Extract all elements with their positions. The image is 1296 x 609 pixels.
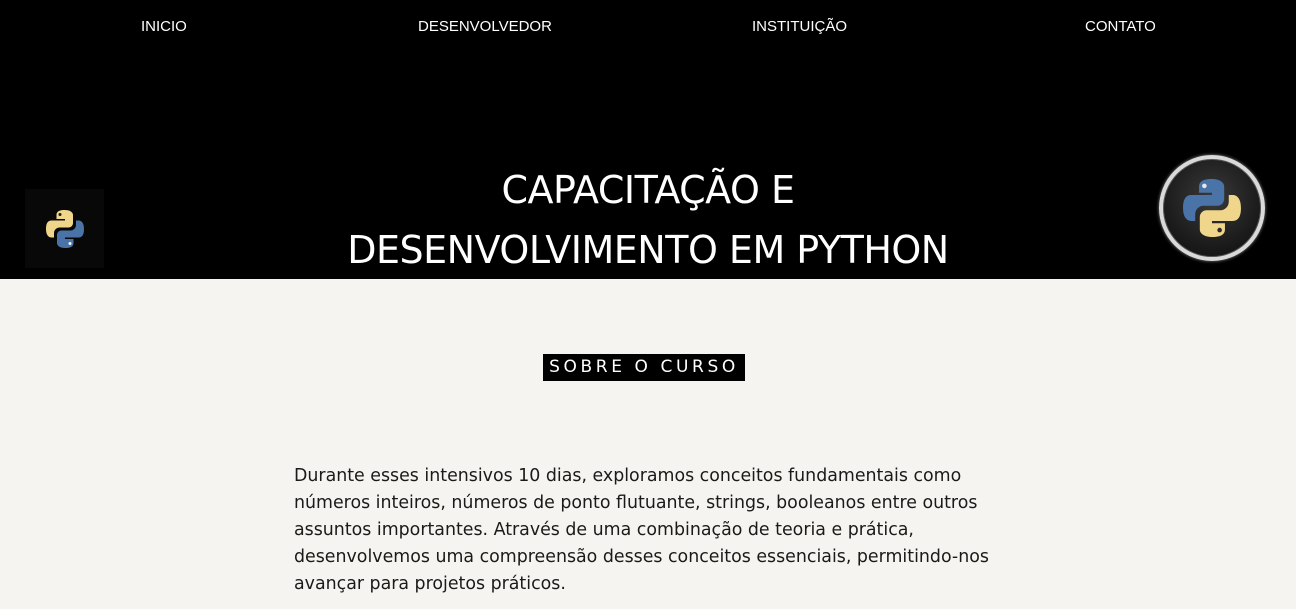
section-title-sobre-o-curso: SOBRE O CURSO bbox=[543, 354, 745, 381]
nav-link-instituicao[interactable]: INSTITUIÇÃO bbox=[752, 18, 847, 36]
python-badge-right bbox=[1159, 155, 1265, 261]
hero-title-line2: DESENVOLVIMENTO EM PYTHON bbox=[347, 228, 949, 272]
site-header: INICIO DESENVOLVEDOR INSTITUIÇÃO CONTATO… bbox=[0, 0, 1296, 279]
about-paragraph: Durante esses intensivos 10 dias, explor… bbox=[294, 466, 989, 594]
python-logo-icon bbox=[1183, 179, 1241, 237]
nav-link-inicio[interactable]: INICIO bbox=[141, 18, 187, 36]
nav-link-contato[interactable]: CONTATO bbox=[1085, 18, 1156, 36]
hero-title-line1: CAPACITAÇÃO E bbox=[501, 168, 795, 212]
nav-link-desenvolvedor[interactable]: DESENVOLVEDOR bbox=[418, 18, 552, 36]
